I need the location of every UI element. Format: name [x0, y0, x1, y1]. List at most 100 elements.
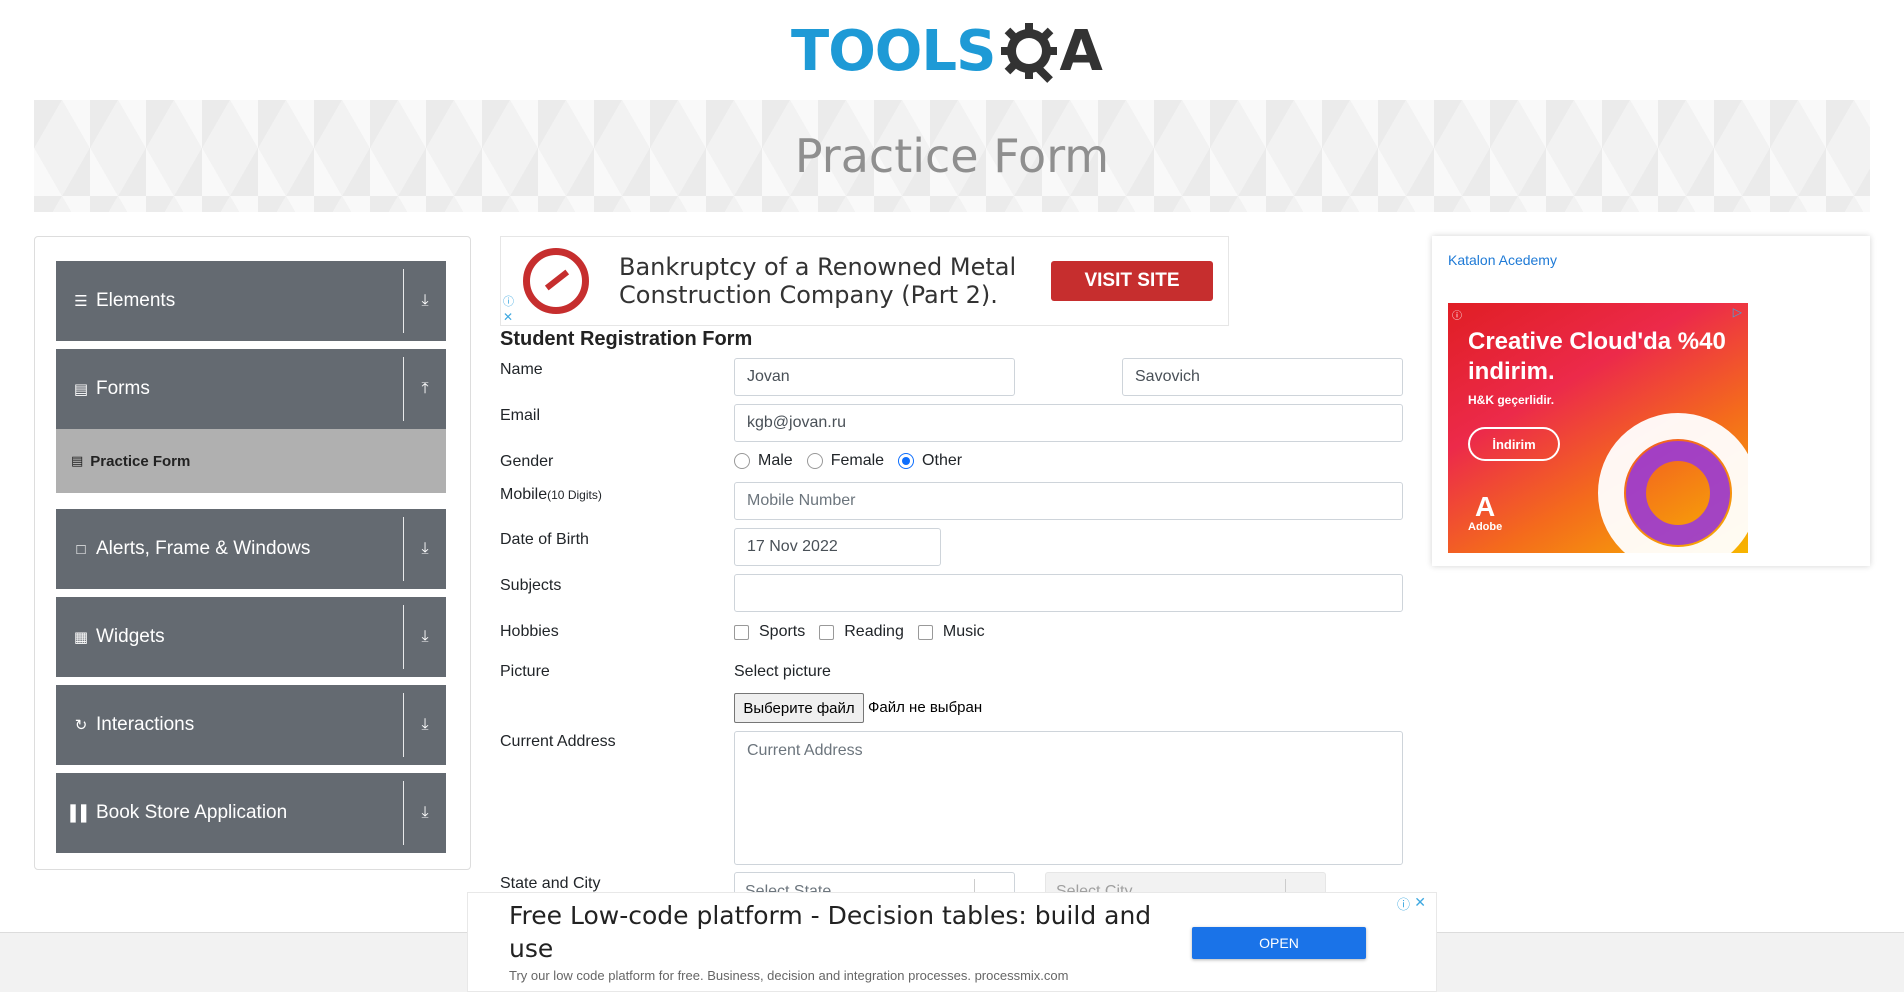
ad-close-icon[interactable]: ✕: [1414, 894, 1426, 911]
download-arrow-icon: ⤓: [421, 804, 429, 821]
sidebar-group-label: Forms: [96, 378, 150, 399]
gear-magnifier-icon: [997, 19, 1063, 85]
checkbox-label: Music: [942, 623, 985, 640]
sidebar: ☰ Elements ⤓ ▤ Forms ⤒ ▤ Practice Form □…: [34, 236, 471, 870]
mobile-label-text: Mobile: [500, 486, 548, 503]
download-arrow-icon: ⤓: [421, 716, 429, 733]
books-icon: ▌▌: [70, 804, 92, 822]
adobe-ad[interactable]: Creative Cloud'da %40 indirim. H&K geçer…: [1448, 303, 1748, 553]
radio-button-selected[interactable]: [898, 453, 915, 469]
page-banner: Practice Form: [34, 100, 1870, 212]
katalon-academy-link[interactable]: Katalon Acedemy: [1448, 252, 1557, 268]
bottom-ad-banner[interactable]: Free Low-code platform - Decision tables…: [467, 892, 1437, 992]
gender-option-other[interactable]: Other: [898, 452, 962, 470]
gender-option-male[interactable]: Male: [734, 452, 793, 470]
mobile-input[interactable]: Mobile Number: [734, 482, 1403, 520]
radio-label: Other: [922, 452, 963, 469]
open-button[interactable]: OPEN: [1192, 927, 1366, 959]
page-title: Practice Form: [794, 129, 1110, 183]
last-name-input[interactable]: Savovich: [1122, 358, 1403, 396]
current-address-label: Current Address: [500, 733, 616, 750]
state-city-label: State and City: [500, 875, 601, 892]
interactions-icon: ↻: [74, 717, 88, 734]
adobe-ad-subtext: H&K geçerlidir.: [1468, 393, 1555, 407]
sidebar-group-forms[interactable]: ▤ Forms ⤒: [56, 349, 446, 429]
sidebar-group-elements[interactable]: ☰ Elements ⤓: [56, 261, 446, 341]
bottom-ad-headline: Free Low-code platform - Decision tables…: [509, 901, 1152, 963]
checkbox-label: Reading: [844, 623, 904, 640]
current-address-textarea[interactable]: Current Address: [734, 731, 1403, 865]
select-picture-label: Select picture: [734, 663, 831, 680]
first-name-input[interactable]: Jovan: [734, 358, 1015, 396]
divider: [403, 517, 404, 581]
divider: [403, 269, 404, 333]
name-label: Name: [500, 361, 543, 378]
mobile-hint: (10 Digits): [547, 488, 602, 502]
toolsqa-logo[interactable]: TOOLS A: [791, 14, 1115, 90]
hobby-option-reading[interactable]: Reading: [819, 623, 904, 641]
download-arrow-icon: ⤓: [421, 540, 429, 557]
email-label: Email: [500, 407, 541, 424]
ad-close-icon[interactable]: ✕: [503, 310, 517, 324]
file-status-text: Файл не выбран: [868, 699, 983, 716]
sidebar-item-practice-form[interactable]: ▤ Practice Form: [56, 429, 446, 493]
sidebar-group-label: Book Store Application: [96, 802, 288, 823]
gender-radio-group: Male Female Other: [734, 452, 976, 470]
ad-info-icon[interactable]: ⓘ: [503, 295, 517, 309]
top-ad-banner[interactable]: Bankruptcy of a Renowned Metal Construct…: [500, 236, 1229, 326]
gender-option-female[interactable]: Female: [806, 452, 885, 470]
widgets-icon: ▦: [73, 629, 89, 646]
picture-label: Picture: [500, 663, 550, 680]
upload-arrow-icon: ⤒: [421, 380, 429, 397]
adobe-a-icon: A: [1475, 491, 1496, 522]
adchoices-icon[interactable]: ▷: [1733, 305, 1742, 319]
sidebar-group-interactions[interactable]: ↻ Interactions ⤓: [56, 685, 446, 765]
ad-info-icon[interactable]: ⓘ: [1397, 894, 1410, 913]
sidebar-group-alerts[interactable]: □ Alerts, Frame & Windows ⤓: [56, 509, 446, 589]
adobe-brand-text: Adobe: [1468, 521, 1503, 533]
gender-label: Gender: [500, 453, 554, 470]
adobe-logo: A Adobe: [1468, 491, 1503, 534]
brand-logo-icon: [523, 248, 589, 314]
bottom-ad-subtitle: Try our low code platform for free. Busi…: [509, 968, 1069, 983]
divider: [403, 693, 404, 757]
radio-button[interactable]: [734, 453, 750, 469]
logo-tools-text: TOOLS: [791, 19, 996, 84]
dob-label: Date of Birth: [500, 531, 589, 548]
hamburger-icon: ☰: [74, 293, 88, 310]
checkbox[interactable]: [734, 624, 749, 640]
checkbox-label: Sports: [759, 623, 806, 640]
sidebar-group-widgets[interactable]: ▦ Widgets ⤓: [56, 597, 446, 677]
form-title: Student Registration Form: [500, 328, 753, 350]
sidebar-group-label: Elements: [96, 290, 176, 311]
email-input[interactable]: kgb@jovan.ru: [734, 404, 1403, 442]
subjects-label: Subjects: [500, 577, 562, 594]
hobby-option-sports[interactable]: Sports: [734, 623, 805, 641]
choose-file-button[interactable]: Выберите файл: [734, 693, 864, 723]
checkbox[interactable]: [917, 624, 933, 640]
hobbies-label: Hobbies: [500, 623, 559, 640]
adobe-discount-button[interactable]: İndirim: [1468, 427, 1560, 461]
adobe-ad-headline: Creative Cloud'da %40 indirim.: [1468, 328, 1726, 385]
hobby-option-music[interactable]: Music: [917, 623, 985, 641]
sidebar-group-label: Interactions: [96, 714, 195, 735]
mobile-label: Mobile(10 Digits): [500, 486, 602, 504]
radio-label: Female: [830, 452, 885, 469]
document-icon: ▤: [73, 381, 89, 398]
sidebar-group-label: Alerts, Frame & Windows: [96, 538, 311, 559]
divider: [403, 781, 404, 845]
checkbox[interactable]: [819, 624, 835, 640]
sidebar-group-book-store[interactable]: ▌▌ Book Store Application ⤓: [56, 773, 446, 853]
creative-cloud-logo-inner: [1626, 441, 1730, 545]
subjects-input[interactable]: [734, 574, 1403, 612]
form-icon: ▤: [71, 453, 84, 468]
visit-site-button[interactable]: VISIT SITE: [1051, 261, 1213, 301]
ad-info-icon[interactable]: ⓘ: [1452, 307, 1462, 322]
hobbies-checkbox-group: Sports Reading Music: [734, 623, 999, 641]
window-icon: □: [76, 540, 86, 558]
download-arrow-icon: ⤓: [421, 292, 429, 309]
divider: [403, 357, 404, 421]
date-of-birth-input[interactable]: 17 Nov 2022: [734, 528, 941, 566]
radio-button[interactable]: [806, 453, 823, 469]
ad-headline: Bankruptcy of a Renowned Metal Construct…: [619, 253, 1017, 309]
